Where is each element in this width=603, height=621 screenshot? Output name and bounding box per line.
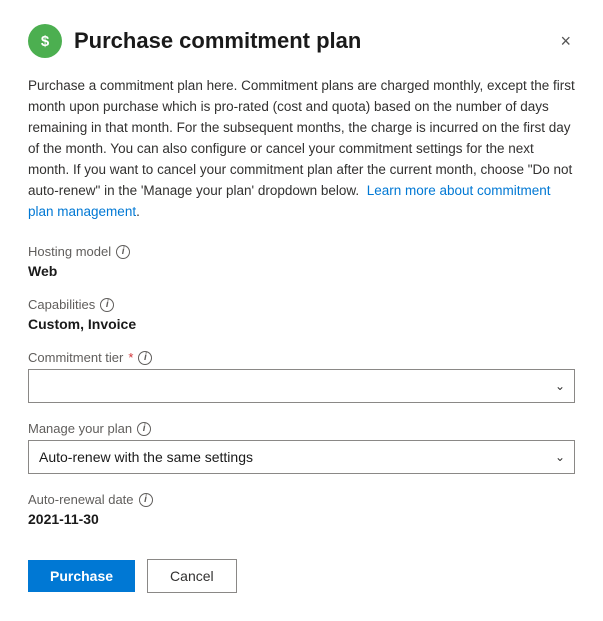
cancel-button[interactable]: Cancel [147,559,237,593]
commitment-tier-select[interactable] [28,369,575,403]
manage-plan-select-wrapper: Auto-renew with the same settings Do not… [28,440,575,474]
hosting-model-info-icon[interactable]: i [116,245,130,259]
close-button[interactable]: × [556,28,575,54]
auto-renewal-date-info-icon[interactable]: i [139,493,153,507]
icon-label: $ [41,33,49,50]
description-text: Purchase a commitment plan here. Commitm… [28,76,575,222]
capabilities-info-icon[interactable]: i [100,298,114,312]
capabilities-value: Custom, Invoice [28,316,575,332]
manage-plan-select[interactable]: Auto-renew with the same settings Do not… [28,440,575,474]
hosting-model-group: Hosting model i Web [28,244,575,279]
purchase-commitment-dialog: $ Purchase commitment plan × Purchase a … [0,0,603,621]
purchase-button[interactable]: Purchase [28,560,135,592]
hosting-model-label: Hosting model i [28,244,575,259]
commitment-tier-group: Commitment tier * i ⌄ [28,350,575,403]
auto-renewal-date-label: Auto-renewal date i [28,492,575,507]
auto-renewal-date-value: 2021-11-30 [28,511,575,527]
header-left: $ Purchase commitment plan [28,24,361,58]
description-body: Purchase a commitment plan here. Commitm… [28,78,575,198]
auto-renewal-date-group: Auto-renewal date i 2021-11-30 [28,492,575,527]
dialog-icon: $ [28,24,62,58]
capabilities-label: Capabilities i [28,297,575,312]
dialog-header: $ Purchase commitment plan × [28,24,575,58]
manage-plan-info-icon[interactable]: i [137,422,151,436]
manage-plan-label: Manage your plan i [28,421,575,436]
required-marker: * [128,350,133,365]
commitment-tier-select-wrapper: ⌄ [28,369,575,403]
commitment-tier-info-icon[interactable]: i [138,351,152,365]
dialog-footer: Purchase Cancel [28,559,575,593]
dialog-title: Purchase commitment plan [74,28,361,54]
capabilities-group: Capabilities i Custom, Invoice [28,297,575,332]
manage-plan-group: Manage your plan i Auto-renew with the s… [28,421,575,474]
hosting-model-value: Web [28,263,575,279]
commitment-tier-label: Commitment tier * i [28,350,575,365]
